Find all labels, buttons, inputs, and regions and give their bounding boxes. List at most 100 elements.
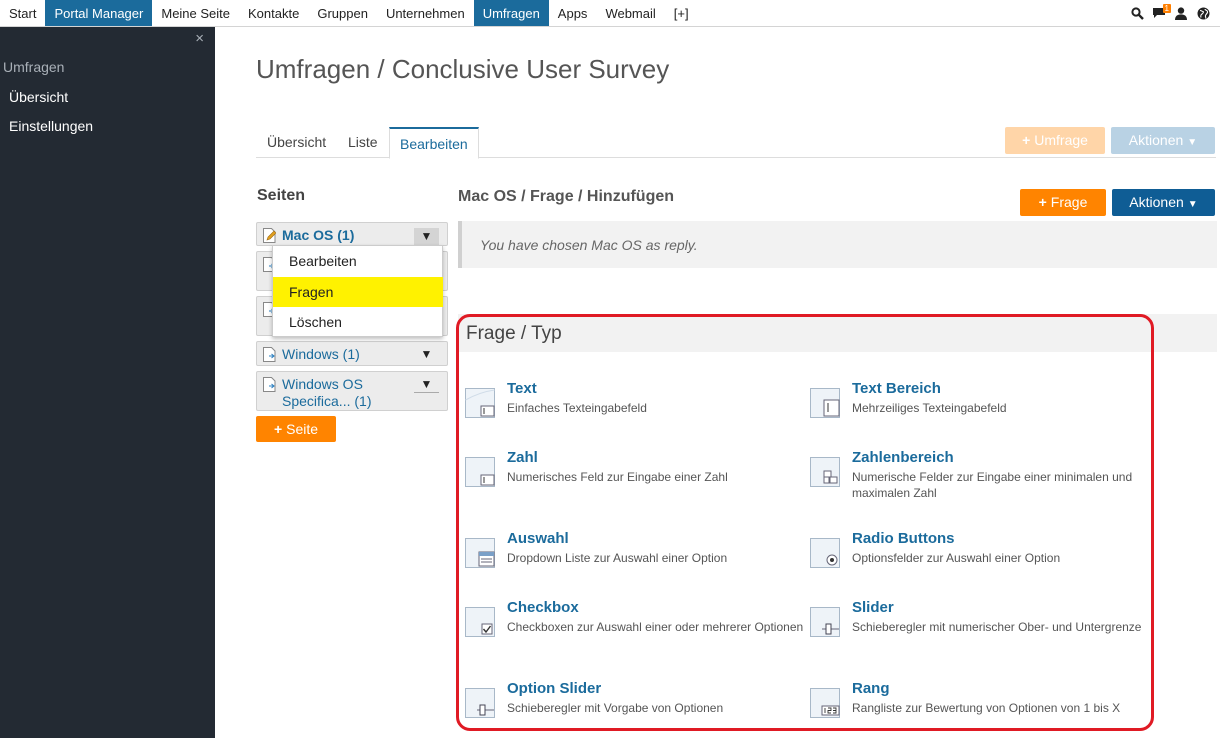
radio-button-icon (810, 538, 840, 568)
page-item-label[interactable]: Windows OS Specifica... (1) (282, 376, 402, 410)
tab-bearbeiten[interactable]: Bearbeiten (389, 127, 479, 159)
chevron-down-icon[interactable]: ▼ (414, 346, 439, 363)
slider-icon (810, 607, 840, 637)
page-item-label[interactable]: Mac OS (1) (282, 227, 354, 244)
menu-item-loeschen[interactable]: Löschen (273, 307, 443, 337)
qtype-desc: Einfaches Texteingabefeld (507, 401, 647, 415)
qtype-desc: Optionsfelder zur Auswahl einer Option (852, 551, 1061, 565)
page-item-windows[interactable]: Windows (1) ▼ (256, 341, 448, 366)
qtype-name[interactable]: Option Slider (507, 680, 601, 697)
tab-uebersicht[interactable]: Übersicht (257, 127, 336, 158)
tab-liste[interactable]: Liste (338, 127, 388, 158)
page-icon (263, 377, 276, 392)
aktionen-top-label: Aktionen (1128, 132, 1184, 148)
checkbox-icon (465, 607, 495, 637)
sidebar-title: Umfragen (3, 59, 65, 75)
globe-icon[interactable] (1192, 0, 1214, 27)
qtype-name[interactable]: Zahl (507, 449, 538, 466)
qtype-desc: Schieberegler mit numerischer Ober- und … (852, 620, 1142, 634)
qtype-text[interactable]: Text Einfaches Texteingabefeld (465, 380, 785, 418)
qtype-auswahl[interactable]: Auswahl Dropdown Liste zur Auswahl einer… (465, 530, 785, 568)
page-title: Umfragen / Conclusive User Survey (256, 54, 670, 84)
page-item-mac-os[interactable]: Mac OS (1) ▼ (256, 222, 448, 246)
qtype-desc: Checkboxen zur Auswahl einer oder mehrer… (507, 620, 804, 634)
add-frage-button[interactable]: + Frage (1020, 189, 1106, 216)
page-item-label[interactable]: Windows (1) (282, 346, 360, 363)
qtype-desc: Dropdown Liste zur Auswahl einer Option (507, 551, 728, 565)
nav-add[interactable]: [+] (665, 0, 698, 26)
type-panel-header (458, 314, 1217, 352)
nav-portal-manager[interactable]: Portal Manager (45, 0, 153, 26)
qtype-radio-buttons[interactable]: Radio Buttons Optionsfelder zur Auswahl … (810, 530, 1150, 568)
aktionen-top-button[interactable]: Aktionen ▼ (1111, 127, 1215, 154)
number-range-icon (810, 457, 840, 487)
chevron-down-icon: ▼ (1187, 137, 1198, 148)
qtype-name[interactable]: Text (507, 380, 537, 397)
nav-kontakte[interactable]: Kontakte (239, 0, 308, 26)
breadcrumb: Mac OS / Frage / Hinzufügen (458, 188, 675, 205)
user-icon[interactable] (1170, 0, 1192, 27)
add-seite-label: Seite (286, 421, 319, 437)
chat-icon[interactable]: 1 (1148, 0, 1171, 27)
option-slider-icon (465, 688, 495, 718)
qtype-slider[interactable]: Slider Schieberegler mit numerischer Obe… (810, 599, 1150, 652)
page-item-windows-os[interactable]: Windows OS Specifica... (1) ▼ (256, 371, 448, 411)
qtype-name[interactable]: Slider (852, 599, 894, 616)
qtype-zahl[interactable]: Zahl Numerisches Feld zur Eingabe einer … (465, 449, 785, 487)
panel-title: Frage / Typ (466, 323, 562, 344)
sidebar: × Umfragen Übersicht Einstellungen (0, 27, 215, 738)
qtype-text-bereich[interactable]: Text Bereich Mehrzeiliges Texteingabefel… (810, 380, 1150, 418)
qtype-desc: Schieberegler mit Vorgabe von Optionen (507, 701, 724, 715)
text-field-icon (465, 388, 495, 418)
add-umfrage-label: Umfrage (1034, 132, 1088, 148)
qtype-rang[interactable]: Rang Rangliste zur Bewertung von Optione… (810, 680, 1150, 718)
nav-meine-seite[interactable]: Meine Seite (152, 0, 239, 26)
highlight-annotation (456, 314, 1154, 731)
close-icon[interactable]: × (195, 30, 204, 47)
nav-umfragen[interactable]: Umfragen (473, 0, 549, 26)
number-field-icon (465, 457, 495, 487)
aktionen-label: Aktionen (1129, 194, 1184, 210)
qtype-desc: Numerische Felder zur Eingabe einer mini… (852, 470, 1133, 500)
ranking-icon (810, 688, 840, 718)
text-area-icon (810, 388, 840, 418)
nav-unternehmen[interactable]: Unternehmen (377, 0, 474, 26)
sidebar-item-einstellungen[interactable]: Einstellungen (9, 118, 93, 134)
qtype-desc: Rangliste zur Bewertung von Optionen von… (852, 701, 1121, 715)
top-navigation: Start Portal Manager Meine Seite Kontakt… (0, 0, 1220, 27)
notice-text: You have chosen Mac OS as reply. (480, 237, 698, 253)
qtype-name[interactable]: Auswahl (507, 530, 569, 547)
page-context-menu: Bearbeiten Fragen Löschen (272, 245, 443, 337)
aktionen-button[interactable]: Aktionen ▼ (1112, 189, 1215, 216)
nav-gruppen[interactable]: Gruppen (308, 0, 377, 26)
qtype-zahlenbereich[interactable]: Zahlenbereich Numerische Felder zur Eing… (810, 449, 1150, 502)
add-frage-label: Frage (1050, 194, 1088, 210)
qtype-name[interactable]: Rang (852, 680, 890, 697)
info-notice: You have chosen Mac OS as reply. (458, 221, 1217, 268)
qtype-name[interactable]: Zahlenbereich (852, 449, 954, 466)
qtype-name[interactable]: Radio Buttons (852, 530, 955, 547)
qtype-desc: Mehrzeiliges Texteingabefeld (852, 401, 1007, 415)
qtype-desc: Numerisches Feld zur Eingabe einer Zahl (507, 470, 728, 484)
dropdown-list-icon (465, 538, 495, 568)
chevron-down-icon[interactable]: ▼ (414, 376, 439, 393)
qtype-checkbox[interactable]: Checkbox Checkboxen zur Auswahl einer od… (465, 599, 803, 652)
add-seite-button[interactable]: + Seite (256, 416, 336, 442)
page-edit-icon (263, 228, 277, 243)
chevron-down-icon[interactable]: ▼ (414, 228, 439, 245)
menu-item-fragen[interactable]: Fragen (273, 277, 443, 307)
nav-tools: 1 (1126, 0, 1220, 26)
menu-item-bearbeiten[interactable]: Bearbeiten (273, 246, 443, 276)
qtype-name[interactable]: Checkbox (507, 599, 579, 616)
qtype-name[interactable]: Text Bereich (852, 380, 941, 397)
qtype-option-slider[interactable]: Option Slider Schieberegler mit Vorgabe … (465, 680, 785, 718)
page-icon (263, 347, 276, 362)
chevron-down-icon: ▼ (1187, 199, 1198, 210)
add-umfrage-button[interactable]: + Umfrage (1005, 127, 1105, 154)
nav-webmail[interactable]: Webmail (596, 0, 664, 26)
seiten-title: Seiten (257, 187, 306, 204)
search-icon[interactable] (1126, 0, 1148, 27)
nav-start[interactable]: Start (0, 0, 45, 26)
sidebar-item-uebersicht[interactable]: Übersicht (9, 89, 68, 105)
nav-apps[interactable]: Apps (549, 0, 597, 26)
